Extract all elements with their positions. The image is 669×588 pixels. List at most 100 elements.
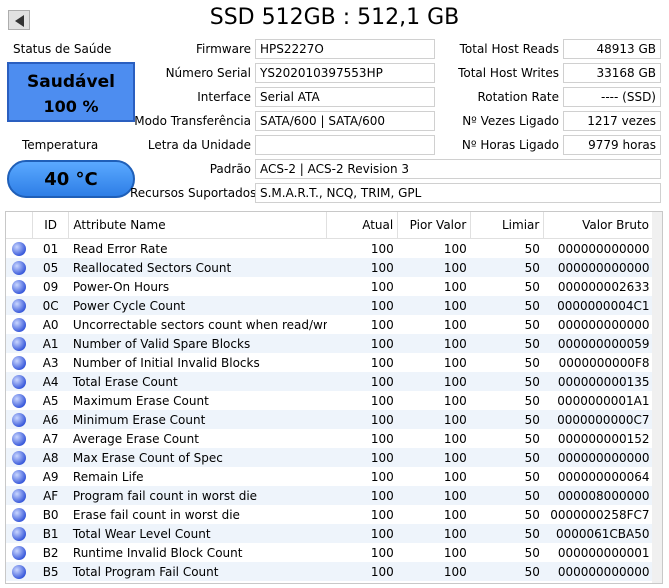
table-row[interactable]: AF Program fail count in worst die 100 100 5…: [6, 486, 654, 505]
attribute-name: Power-On Hours: [72, 279, 170, 294]
status-dot-icon: [12, 355, 27, 370]
worst-value: 100: [443, 317, 467, 332]
status-dot-icon: [12, 450, 27, 465]
table-row[interactable]: 01 Read Error Rate 100 100 50 000000000000: [6, 239, 654, 259]
table-row[interactable]: B5 Total Program Fail Count 100 100 50 000000…: [6, 562, 654, 581]
header-threshold[interactable]: Limiar: [470, 212, 545, 239]
host-reads-label: Total Host Reads: [459, 42, 559, 56]
header-worst[interactable]: Pior Valor: [397, 212, 472, 239]
host-writes-label: Total Host Writes: [458, 66, 559, 80]
temperature-value: 40 °C: [44, 169, 98, 190]
raw-value: 000000000000: [557, 317, 650, 332]
raw-value: 0000000000F8: [558, 355, 650, 370]
status-dot-cell: [6, 334, 33, 353]
table-row[interactable]: A5 Maximum Erase Count 100 100 50 0000000001A…: [6, 391, 654, 410]
table-row[interactable]: A1 Number of Valid Spare Blocks 100 100 50 00…: [6, 334, 654, 353]
attribute-id: A6: [32, 410, 69, 429]
attribute-name: Max Erase Count of Spec: [68, 448, 327, 467]
health-label: Status de Saúde: [13, 42, 112, 56]
table-row[interactable]: A6 Minimum Erase Count 100 100 50 0000000000C…: [6, 410, 654, 429]
power-on-hours-field: 9779 horas: [563, 135, 661, 155]
temperature-button[interactable]: 40 °C: [7, 160, 135, 198]
header-id[interactable]: ID: [32, 212, 70, 239]
table-row[interactable]: 0C Power Cycle Count 100 100 50 0000000004C1: [6, 296, 654, 315]
threshold-value: 50: [524, 469, 540, 484]
status-dot-icon: [12, 488, 27, 503]
attribute-id: 01: [43, 241, 59, 256]
host-writes-field: 33168 GB: [563, 63, 661, 83]
health-percent: 100 %: [43, 97, 99, 116]
attribute-name: Number of Initial Invalid Blocks: [72, 355, 260, 370]
status-dot-cell: [6, 429, 32, 448]
drive-title: SSD 512GB : 512,1 GB: [209, 5, 460, 30]
table-scrollbar[interactable]: [652, 212, 662, 583]
table-row[interactable]: 05 Reallocated Sectors Count 100 100 50 00000…: [6, 258, 654, 277]
current-value: 100: [370, 241, 394, 256]
status-dot-cell: [6, 296, 33, 315]
status-dot-cell: [6, 448, 33, 467]
table-row[interactable]: A9 Remain Life 100 100 50 000000000064: [6, 467, 654, 486]
serial-field: YS202010397553HP: [255, 63, 435, 83]
worst-value: 100: [397, 372, 471, 391]
status-dot-cell: [6, 562, 33, 581]
worst-value: 100: [443, 507, 467, 522]
threshold-value: 50: [524, 431, 540, 446]
threshold-value: 50: [470, 410, 544, 429]
current-value: 100: [370, 507, 394, 522]
status-dot-icon: [12, 469, 27, 484]
power-on-count-field: 1217 vezes: [563, 111, 661, 131]
attribute-id: B2: [42, 545, 59, 560]
threshold-value: 50: [524, 507, 540, 522]
current-value: 100: [370, 393, 394, 408]
attribute-id: AF: [32, 486, 69, 505]
status-dot-cell: [6, 391, 32, 410]
header-current[interactable]: Atual: [326, 212, 399, 239]
health-status-button[interactable]: Saudável 100 %: [7, 62, 135, 122]
worst-value: 100: [397, 258, 471, 277]
status-dot-cell: [6, 524, 33, 543]
current-value: 100: [326, 296, 398, 315]
attribute-id: A4: [32, 372, 69, 391]
table-row[interactable]: B1 Total Wear Level Count 100 100 50 0000061C…: [6, 524, 654, 543]
table-row[interactable]: A0 Uncorrectable sectors count when read/…: [6, 315, 654, 334]
table-row[interactable]: B2 Runtime Invalid Block Count 100 100 50 000…: [6, 543, 654, 562]
threshold-value: 50: [524, 355, 540, 370]
raw-value: 000000000000: [557, 241, 650, 256]
table-row[interactable]: A8 Max Erase Count of Spec 100 100 50 0000000…: [6, 448, 654, 467]
header-status[interactable]: [6, 212, 33, 239]
worst-value: 100: [443, 393, 467, 408]
current-value: 100: [370, 317, 394, 332]
attribute-id: 09: [43, 279, 59, 294]
threshold-value: 50: [524, 545, 540, 560]
status-dot-icon: [12, 564, 27, 579]
status-dot-icon: [12, 393, 27, 408]
raw-value: 0000000001A1: [557, 393, 650, 408]
worst-value: 100: [397, 448, 471, 467]
attribute-name: Total Erase Count: [68, 372, 327, 391]
current-value: 100: [326, 334, 398, 353]
header-attribute-name[interactable]: Attribute Name: [68, 212, 328, 239]
drive-letter-field: [255, 135, 435, 155]
status-dot-icon: [12, 260, 27, 275]
drive-letter-label: Letra da Unidade: [147, 138, 251, 152]
header-raw-value[interactable]: Valor Bruto: [543, 212, 654, 239]
status-dot-cell: [6, 410, 33, 429]
threshold-value: 50: [470, 334, 544, 353]
host-reads-field: 48913 GB: [563, 39, 661, 59]
table-row[interactable]: A3 Number of Initial Invalid Blocks 100 100…: [6, 353, 654, 372]
firmware-field: HPS2227O: [255, 39, 435, 59]
power-on-hours-label: Nº Horas Ligado: [461, 138, 559, 152]
smart-attributes-table[interactable]: ID Attribute Name Atual Pior Valor Limia…: [5, 211, 663, 584]
attribute-name: Average Erase Count: [72, 431, 199, 446]
status-dot-icon: [12, 412, 27, 427]
threshold-value: 50: [470, 372, 544, 391]
table-row[interactable]: B0 Erase fail count in worst die 100 100 50 0…: [6, 505, 654, 524]
table-row[interactable]: A7 Average Erase Count 100 100 50 00000000015…: [6, 429, 654, 448]
standard-label: Padrão: [209, 162, 251, 176]
worst-value: 100: [397, 524, 471, 543]
table-row[interactable]: A4 Total Erase Count 100 100 50 000000000135: [6, 372, 654, 391]
attribute-name: Maximum Erase Count: [72, 393, 209, 408]
table-row[interactable]: 09 Power-On Hours 100 100 50 000000002633: [6, 277, 654, 296]
attribute-id: A7: [42, 431, 59, 446]
attribute-name: Total Program Fail Count: [68, 562, 327, 581]
